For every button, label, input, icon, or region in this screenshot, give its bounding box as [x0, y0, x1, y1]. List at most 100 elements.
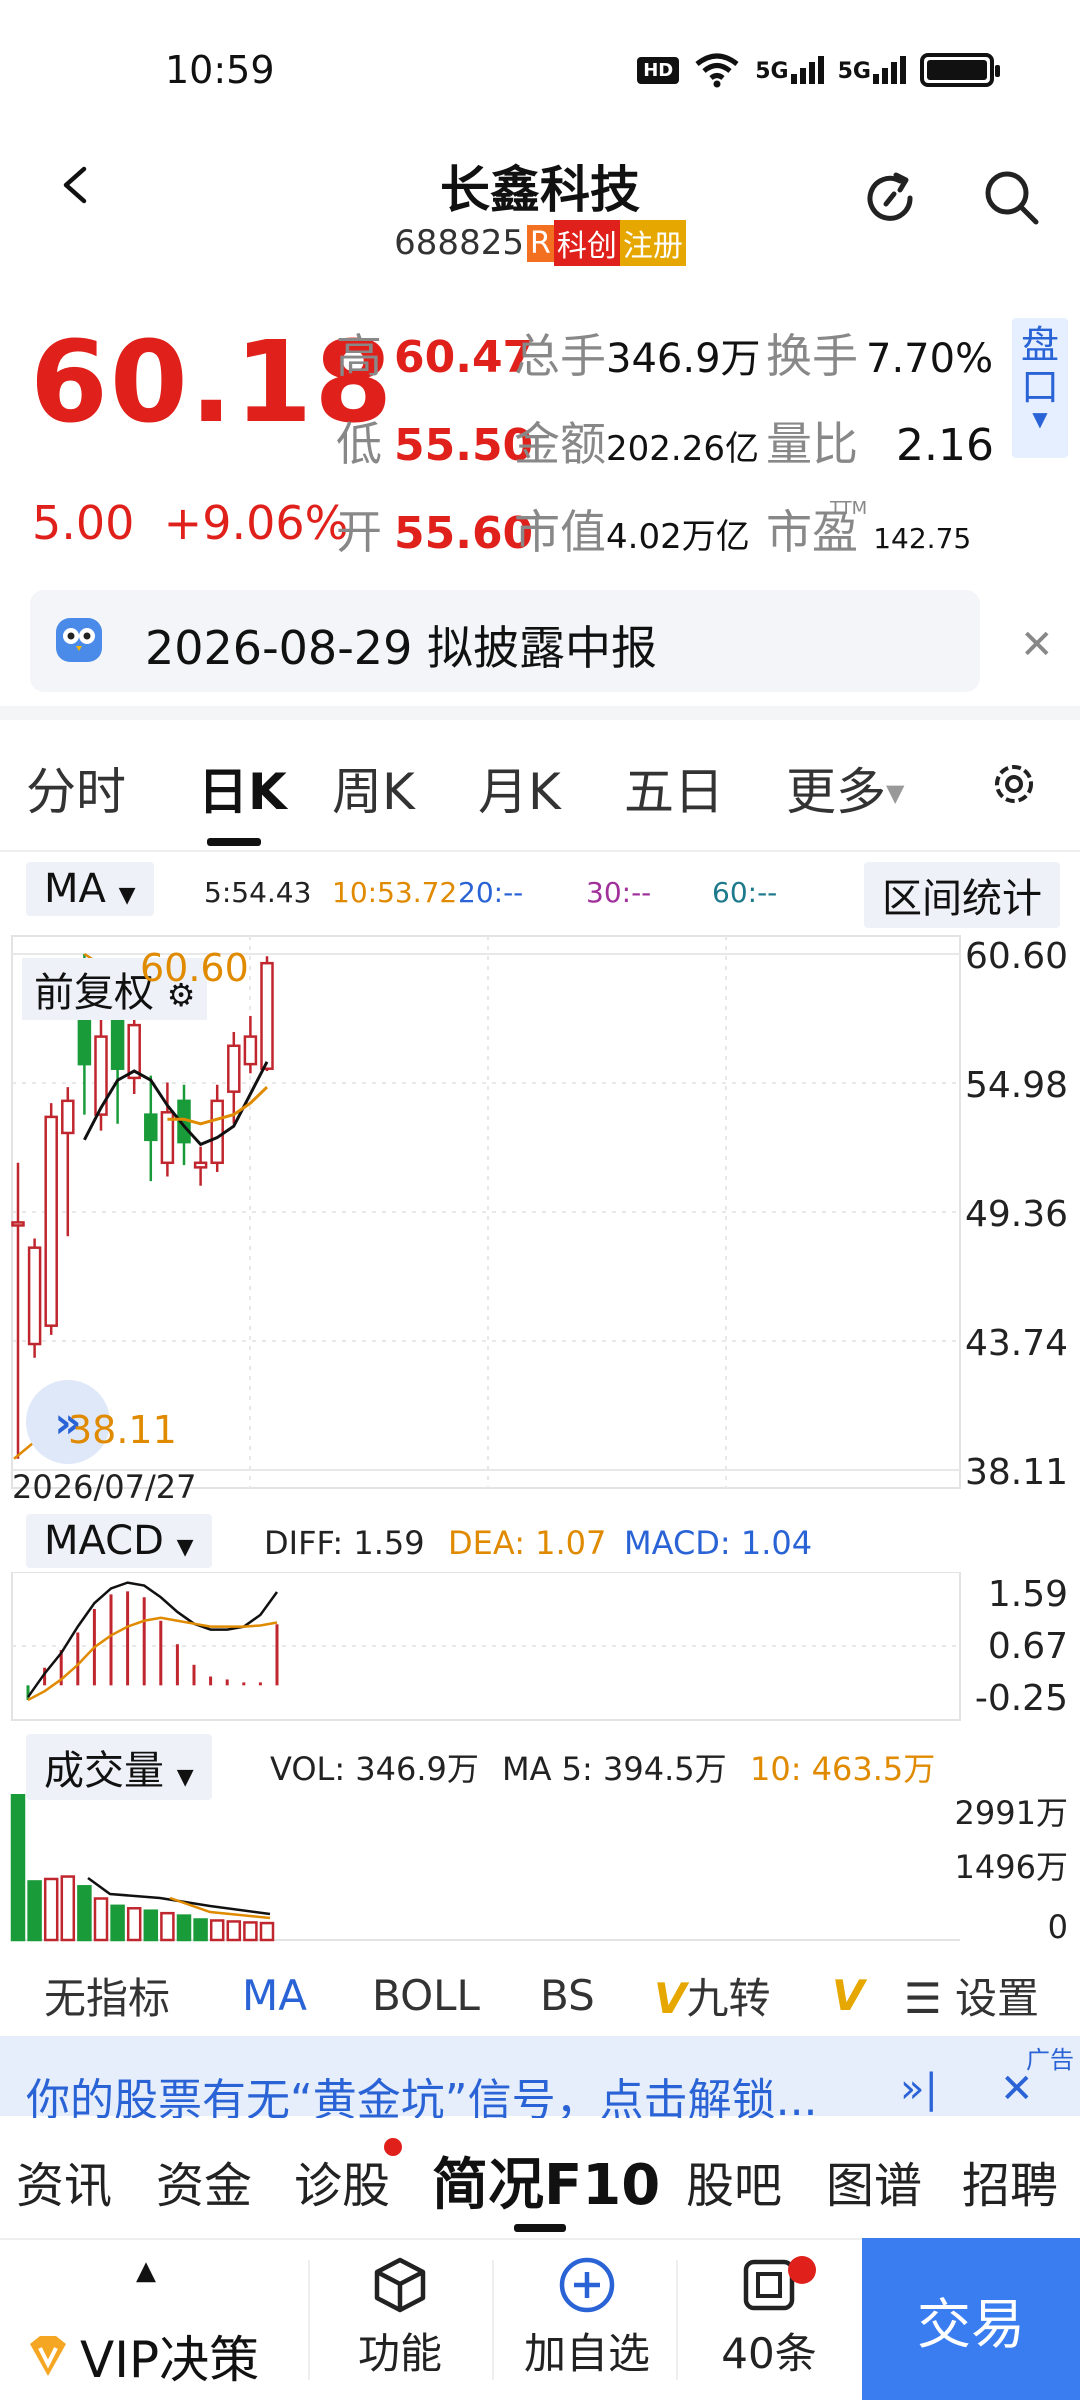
volume-bar: 成交量 ▼ VOL: 346.9万 MA 5: 394.5万 10: 463.5…	[26, 1734, 1066, 1800]
candle-body	[110, 1016, 125, 1070]
indicator-jiuzhuan[interactable]: V九转	[654, 1965, 771, 2026]
f10-tab-overview[interactable]: 简况F10	[432, 2140, 660, 2221]
macd-axis-label: -0.25	[975, 1678, 1068, 1719]
ask-red-badge	[788, 2256, 816, 2284]
macd-bar: MACD ▼ DIFF: 1.59 DEA: 1.07 MACD: 1.04	[26, 1514, 1066, 1570]
volume-bar	[77, 1885, 92, 1942]
vip-decision-button[interactable]: VIP决策	[24, 2320, 259, 2392]
high-marker: 60.60	[140, 946, 249, 990]
pankou-caret-icon: ▼	[1032, 407, 1048, 431]
tab-intraday[interactable]: 分时	[26, 752, 126, 824]
tab-daily-k[interactable]: 日K	[198, 752, 287, 824]
candle-body	[210, 1099, 224, 1165]
change-pct: +9.06%	[163, 496, 349, 550]
label-volume: 总手	[514, 329, 606, 383]
price-axis-label: 54.98	[965, 1065, 1068, 1106]
candle-body	[193, 1161, 208, 1169]
indicator-boll[interactable]: BOLL	[372, 1971, 480, 2020]
add-watchlist-label: 加自选	[523, 2329, 650, 2378]
indicator-ma[interactable]: MA	[242, 1971, 307, 2020]
ask-button[interactable]: 40条	[704, 2254, 834, 2381]
value-turnover: 7.70%	[866, 336, 994, 382]
f10-tab-forum[interactable]: 股吧	[686, 2146, 782, 2216]
start-date-label: 2026/07/27	[12, 1468, 197, 1506]
trade-button[interactable]: 交易	[862, 2238, 1080, 2400]
up-arrow-icon[interactable]: ▲	[136, 2256, 156, 2286]
value-pe: 142.75	[873, 522, 972, 555]
tab-weekly-k[interactable]: 周K	[332, 752, 415, 824]
f10-tab-graph[interactable]: 图谱	[826, 2146, 922, 2216]
close-icon[interactable]: ✕	[1020, 622, 1054, 668]
ma-selector-label: MA	[44, 866, 106, 912]
ma60-value: 60:--	[712, 876, 778, 909]
volume-bar	[193, 1918, 208, 1942]
value-amount: 202.26亿	[606, 429, 759, 469]
quote-grid: 高 60.47 总手 346.9万 换手 7.70% 低 55.50 金额 20…	[336, 320, 994, 584]
f10-tab-funds[interactable]: 资金	[156, 2146, 252, 2216]
cube-icon	[374, 2257, 426, 2313]
value-low: 55.50	[394, 420, 534, 471]
settings-label: 设置	[955, 1973, 1040, 2023]
volume-bar	[160, 1911, 175, 1942]
pankou-button[interactable]: 盘口 ▼	[1012, 318, 1068, 458]
ma5-value: 5:54.43	[204, 876, 312, 909]
ma-selector-button[interactable]: MA ▼	[26, 862, 154, 916]
ma10-value: 10:53.72	[332, 876, 458, 909]
caret-down-icon: ▼	[886, 779, 905, 807]
status-time: 10:59	[165, 48, 275, 92]
status-icons: HD 5G 5G	[637, 52, 1000, 88]
stock-code: 688825	[394, 223, 524, 263]
add-watchlist-button[interactable]: 加自选	[512, 2254, 662, 2381]
value-volume-ratio: 2.16	[896, 420, 994, 471]
vol-axis-label: 0	[1048, 1908, 1068, 1944]
candle-body	[144, 1113, 158, 1142]
refresh-icon[interactable]	[860, 168, 922, 230]
value-high: 60.47	[394, 332, 534, 383]
ma30-value: 30:--	[586, 876, 652, 909]
indicator-none[interactable]: 无指标	[44, 1965, 170, 2026]
label-turnover: 换手	[766, 329, 858, 383]
gear-icon[interactable]	[988, 758, 1040, 810]
ad-arrow-icon[interactable]: »|	[900, 2066, 938, 2112]
search-icon[interactable]	[982, 168, 1042, 228]
candle-body	[44, 1115, 58, 1327]
f10-tab-diagnose[interactable]: 诊股	[294, 2146, 390, 2216]
f10-tab-jobs[interactable]: 招聘	[962, 2146, 1058, 2216]
volume-bar	[143, 1909, 159, 1942]
net1-label: 5G	[755, 59, 789, 84]
vol-axis-label: 1496万	[955, 1848, 1068, 1886]
ma-bar: MA ▼ 5:54.43 10:53.72 20:-- 30:-- 60:-- …	[26, 862, 1066, 928]
indicator-bs[interactable]: BS	[540, 1971, 595, 2020]
macd-chart[interactable]: 1.59 0.67 -0.25	[0, 1572, 1080, 1724]
label-open: 开	[336, 505, 382, 559]
indicator-settings[interactable]: ☰ 设置	[904, 1964, 1040, 2026]
volume-chart[interactable]: 2991万 1496万 0	[0, 1794, 1080, 1944]
ma20-value: 20:--	[458, 876, 524, 909]
label-low: 低	[336, 417, 382, 471]
volume-bar	[243, 1921, 258, 1942]
price-axis-label: 49.36	[965, 1194, 1068, 1235]
nav-divider-3	[676, 2260, 678, 2380]
battery-icon	[920, 53, 1000, 87]
red-dot-badge	[384, 2138, 402, 2156]
range-stat-button[interactable]: 区间统计	[864, 862, 1060, 928]
volume-bar	[259, 1921, 275, 1942]
volume-bar	[43, 1877, 59, 1942]
vip-v-icon: V	[654, 1973, 687, 2023]
indicator-v[interactable]: V	[832, 1971, 865, 2020]
vip-label: VIP决策	[80, 2331, 260, 2389]
f10-active-underline	[514, 2224, 566, 2232]
ad-close-icon[interactable]: ✕	[1000, 2066, 1034, 2112]
label-volume-ratio: 量比	[766, 417, 858, 471]
candle-body	[227, 1044, 241, 1093]
f10-tab-news[interactable]: 资讯	[16, 2146, 112, 2216]
tab-more[interactable]: 更多▼	[786, 752, 904, 824]
volume-selector-button[interactable]: 成交量 ▼	[26, 1734, 212, 1800]
tag-zhuce: 注册	[619, 220, 686, 266]
volume-bar	[10, 1794, 26, 1942]
tab-monthly-k[interactable]: 月K	[478, 752, 561, 824]
owl-icon	[56, 618, 102, 662]
tab-five-day[interactable]: 五日	[624, 752, 724, 824]
macd-selector-button[interactable]: MACD ▼	[26, 1514, 212, 1568]
function-button[interactable]: 功能	[340, 2254, 460, 2381]
